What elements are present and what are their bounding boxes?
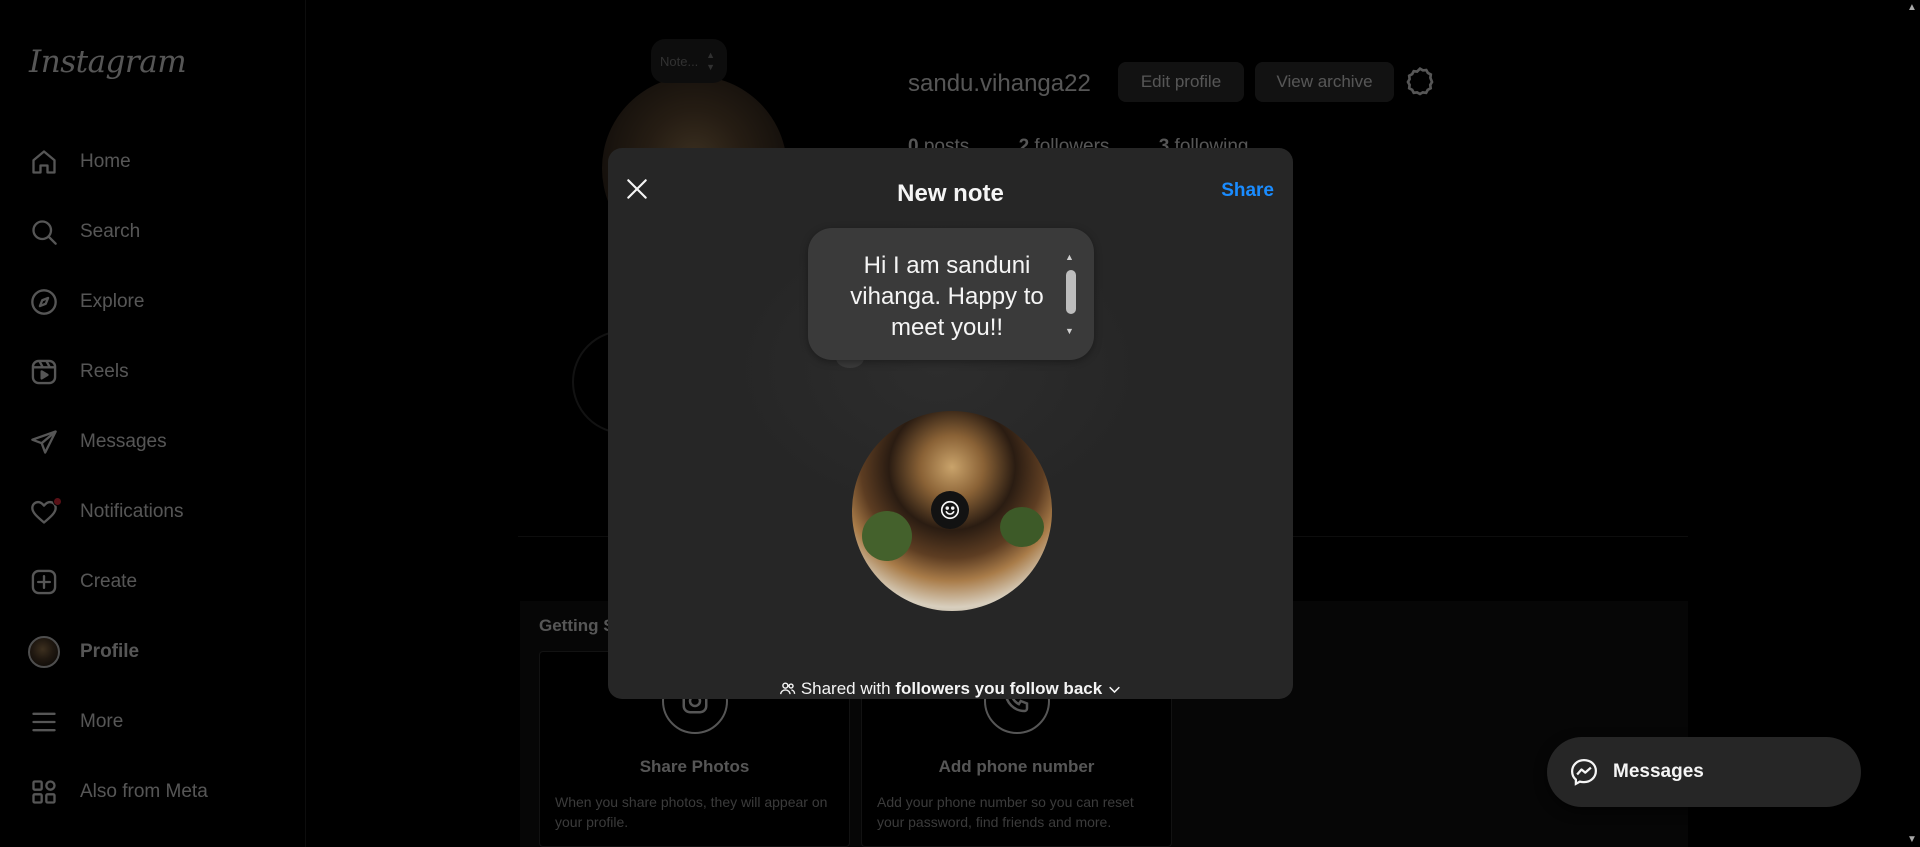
- note-input[interactable]: Hi I am sanduni vihanga. Happy to meet y…: [808, 228, 1094, 360]
- sidebar-item-create[interactable]: Create: [18, 554, 288, 610]
- new-note-dialog: New note Share Hi I am sanduni vihanga. …: [608, 148, 1293, 699]
- sidebar-item-label: More: [80, 711, 124, 732]
- profile-username: sandu.vihanga22: [908, 70, 1091, 97]
- sidebar-item-label: Notifications: [80, 501, 184, 522]
- sidebar: Instagram Home Search Explore Reels Mess…: [0, 0, 306, 847]
- reels-icon: [18, 344, 70, 400]
- sidebar-item-notifications[interactable]: Notifications: [18, 484, 288, 540]
- sidebar-item-explore[interactable]: Explore: [18, 274, 288, 330]
- scroll-down-icon[interactable]: ▼: [1065, 326, 1074, 336]
- home-icon: [18, 134, 70, 190]
- sidebar-item-reels[interactable]: Reels: [18, 344, 288, 400]
- note-scrollbar[interactable]: ▲ ▼: [1065, 252, 1077, 336]
- photo-detail: [1000, 507, 1044, 547]
- card-description: When you share photos, they will appear …: [555, 794, 828, 830]
- instagram-logo[interactable]: Instagram: [29, 44, 187, 80]
- compass-icon: [18, 274, 70, 330]
- sidebar-item-label: Also from Meta: [80, 781, 208, 802]
- sidebar-item-label: Reels: [80, 361, 129, 382]
- search-icon: [18, 204, 70, 260]
- page-scrollbar[interactable]: ▲ ▼: [1903, 0, 1920, 847]
- audience-selector[interactable]: Shared with followers you follow back: [608, 679, 1293, 699]
- note-chip[interactable]: Note... ▲ ▼: [651, 39, 727, 83]
- messages-pill[interactable]: Messages: [1547, 737, 1861, 807]
- scroll-up-icon[interactable]: ▲: [1907, 2, 1917, 13]
- view-archive-button[interactable]: View archive: [1255, 62, 1394, 102]
- audience-prefix: Shared with: [800, 679, 896, 698]
- photo-detail: [862, 511, 912, 561]
- note-chip-text: Note...: [660, 54, 699, 69]
- scroll-thumb[interactable]: [1066, 270, 1076, 314]
- sidebar-item-more[interactable]: More: [18, 694, 288, 750]
- card-title: Share Photos: [639, 757, 750, 776]
- sidebar-item-label: Explore: [80, 291, 145, 312]
- notification-badge: [53, 497, 62, 506]
- note-text[interactable]: Hi I am sanduni vihanga. Happy to meet y…: [836, 250, 1058, 343]
- people-icon: [780, 682, 796, 695]
- heart-icon: [18, 484, 70, 540]
- sidebar-item-profile[interactable]: Profile: [18, 624, 288, 680]
- send-icon: [18, 414, 70, 470]
- avatar-wrapper: [18, 624, 70, 680]
- chevron-down-icon: [1109, 686, 1120, 694]
- scroll-up-icon[interactable]: ▲: [1065, 252, 1074, 262]
- sidebar-item-label: Messages: [80, 431, 167, 452]
- avatar: [28, 636, 60, 668]
- gear-icon[interactable]: [1404, 66, 1436, 98]
- emoji-button[interactable]: [931, 491, 969, 529]
- scroll-down-icon[interactable]: ▼: [1907, 834, 1917, 845]
- messenger-icon: [1570, 758, 1598, 786]
- card-description: Add your phone number so you can reset y…: [877, 794, 1134, 830]
- note-chip-arrows-icon: ▲ ▼: [706, 50, 715, 72]
- menu-icon: [18, 694, 70, 750]
- plus-square-icon: [18, 554, 70, 610]
- sidebar-item-also-from-meta[interactable]: Also from Meta: [18, 764, 288, 820]
- dialog-title: New note: [897, 180, 1004, 207]
- sidebar-item-label: Search: [80, 221, 141, 242]
- sidebar-item-label: Create: [80, 571, 138, 592]
- sidebar-item-search[interactable]: Search: [18, 204, 288, 260]
- messages-pill-label: Messages: [1613, 761, 1704, 782]
- sidebar-item-label: Profile: [80, 641, 140, 662]
- audience-value: followers you follow back: [895, 679, 1103, 698]
- smiley-icon: [940, 500, 960, 520]
- sidebar-item-home[interactable]: Home: [18, 134, 288, 190]
- sidebar-item-messages[interactable]: Messages: [18, 414, 288, 470]
- grid-icon: [18, 764, 70, 820]
- sidebar-item-label: Home: [80, 151, 131, 172]
- edit-profile-button[interactable]: Edit profile: [1118, 62, 1244, 102]
- share-button[interactable]: Share: [1221, 180, 1274, 202]
- card-title: Add phone number: [938, 757, 1095, 776]
